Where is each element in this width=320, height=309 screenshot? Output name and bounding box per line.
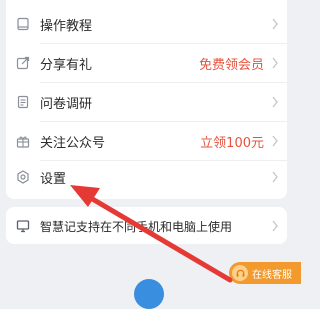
menu-item-label: 操作教程 — [40, 18, 93, 34]
chevron-right-icon — [272, 57, 278, 69]
multi-device-text: 智慧记支持在不同手机和电脑上使用 — [40, 219, 233, 234]
menu-item-label: 问卷调研 — [40, 96, 93, 112]
headset-icon — [232, 265, 248, 281]
chevron-right-icon — [272, 171, 278, 183]
chevron-right-icon — [272, 220, 278, 232]
chevron-right-icon — [272, 135, 278, 147]
gear-icon — [17, 170, 29, 184]
menu-item-survey[interactable]: 问卷调研 — [6, 82, 287, 122]
menu-item-label: 设置 — [40, 171, 67, 187]
online-support-button[interactable]: 在线客服 — [229, 262, 301, 284]
online-support-label: 在线客服 — [252, 269, 292, 281]
menu-item-share[interactable]: 分享有礼 免费领会员 — [6, 43, 287, 83]
survey-icon — [17, 95, 29, 109]
menu-card: 操作教程 分享有礼 免费领会员 问卷调研 关注公众号 立领100元 设置 — [6, 0, 287, 199]
monitor-icon — [16, 220, 30, 233]
promo-text: 立领100元 — [200, 135, 264, 151]
device-icon — [17, 17, 29, 31]
add-button[interactable] — [134, 279, 164, 309]
multi-device-row[interactable]: 智慧记支持在不同手机和电脑上使用 — [6, 206, 287, 246]
menu-item-label: 关注公众号 — [40, 135, 106, 151]
promo-text: 免费领会员 — [198, 57, 264, 73]
chevron-right-icon — [272, 96, 278, 108]
menu-item-tutorial[interactable]: 操作教程 — [6, 4, 287, 44]
share-icon — [16, 56, 30, 70]
menu-item-settings[interactable]: 设置 — [6, 157, 287, 197]
chevron-right-icon — [272, 18, 278, 30]
multi-device-card[interactable]: 智慧记支持在不同手机和电脑上使用 — [6, 207, 287, 244]
menu-item-label: 分享有礼 — [40, 57, 93, 73]
gift-icon — [16, 136, 30, 148]
menu-item-follow-account[interactable]: 关注公众号 立领100元 — [6, 121, 287, 161]
